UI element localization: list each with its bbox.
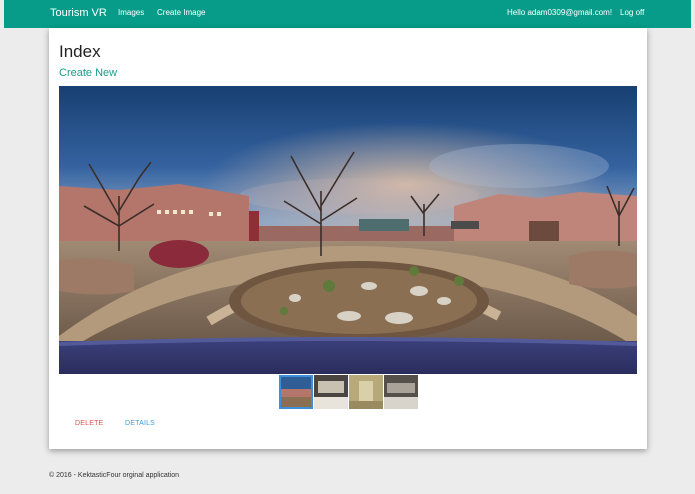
delete-button[interactable]: DELETE (75, 420, 103, 427)
content-card: Index Create New DELETE DETAILS (49, 28, 647, 449)
create-new-link[interactable]: Create New (59, 67, 117, 79)
footer-text: © 2016 - KektasticFour orginal applicati… (49, 472, 180, 479)
thumbnail-1[interactable] (279, 375, 313, 409)
log-off-link[interactable]: Log off (620, 8, 644, 17)
page-title: Index (59, 42, 101, 61)
nav-link-create-image[interactable]: Create Image (157, 8, 205, 17)
brand-link[interactable]: Tourism VR (50, 7, 107, 19)
thumbnail-2[interactable] (314, 375, 348, 409)
thumbnail-4[interactable] (384, 375, 418, 409)
top-navbar: Tourism VR Images Create Image Hello ada… (4, 0, 691, 28)
details-button[interactable]: DETAILS (125, 420, 155, 427)
nav-link-images[interactable]: Images (118, 8, 144, 17)
user-greeting-link[interactable]: Hello adam0309@gmail.com! (507, 8, 612, 17)
thumbnail-strip (279, 375, 419, 409)
panorama-image[interactable] (59, 86, 637, 374)
thumbnail-3[interactable] (349, 375, 383, 409)
